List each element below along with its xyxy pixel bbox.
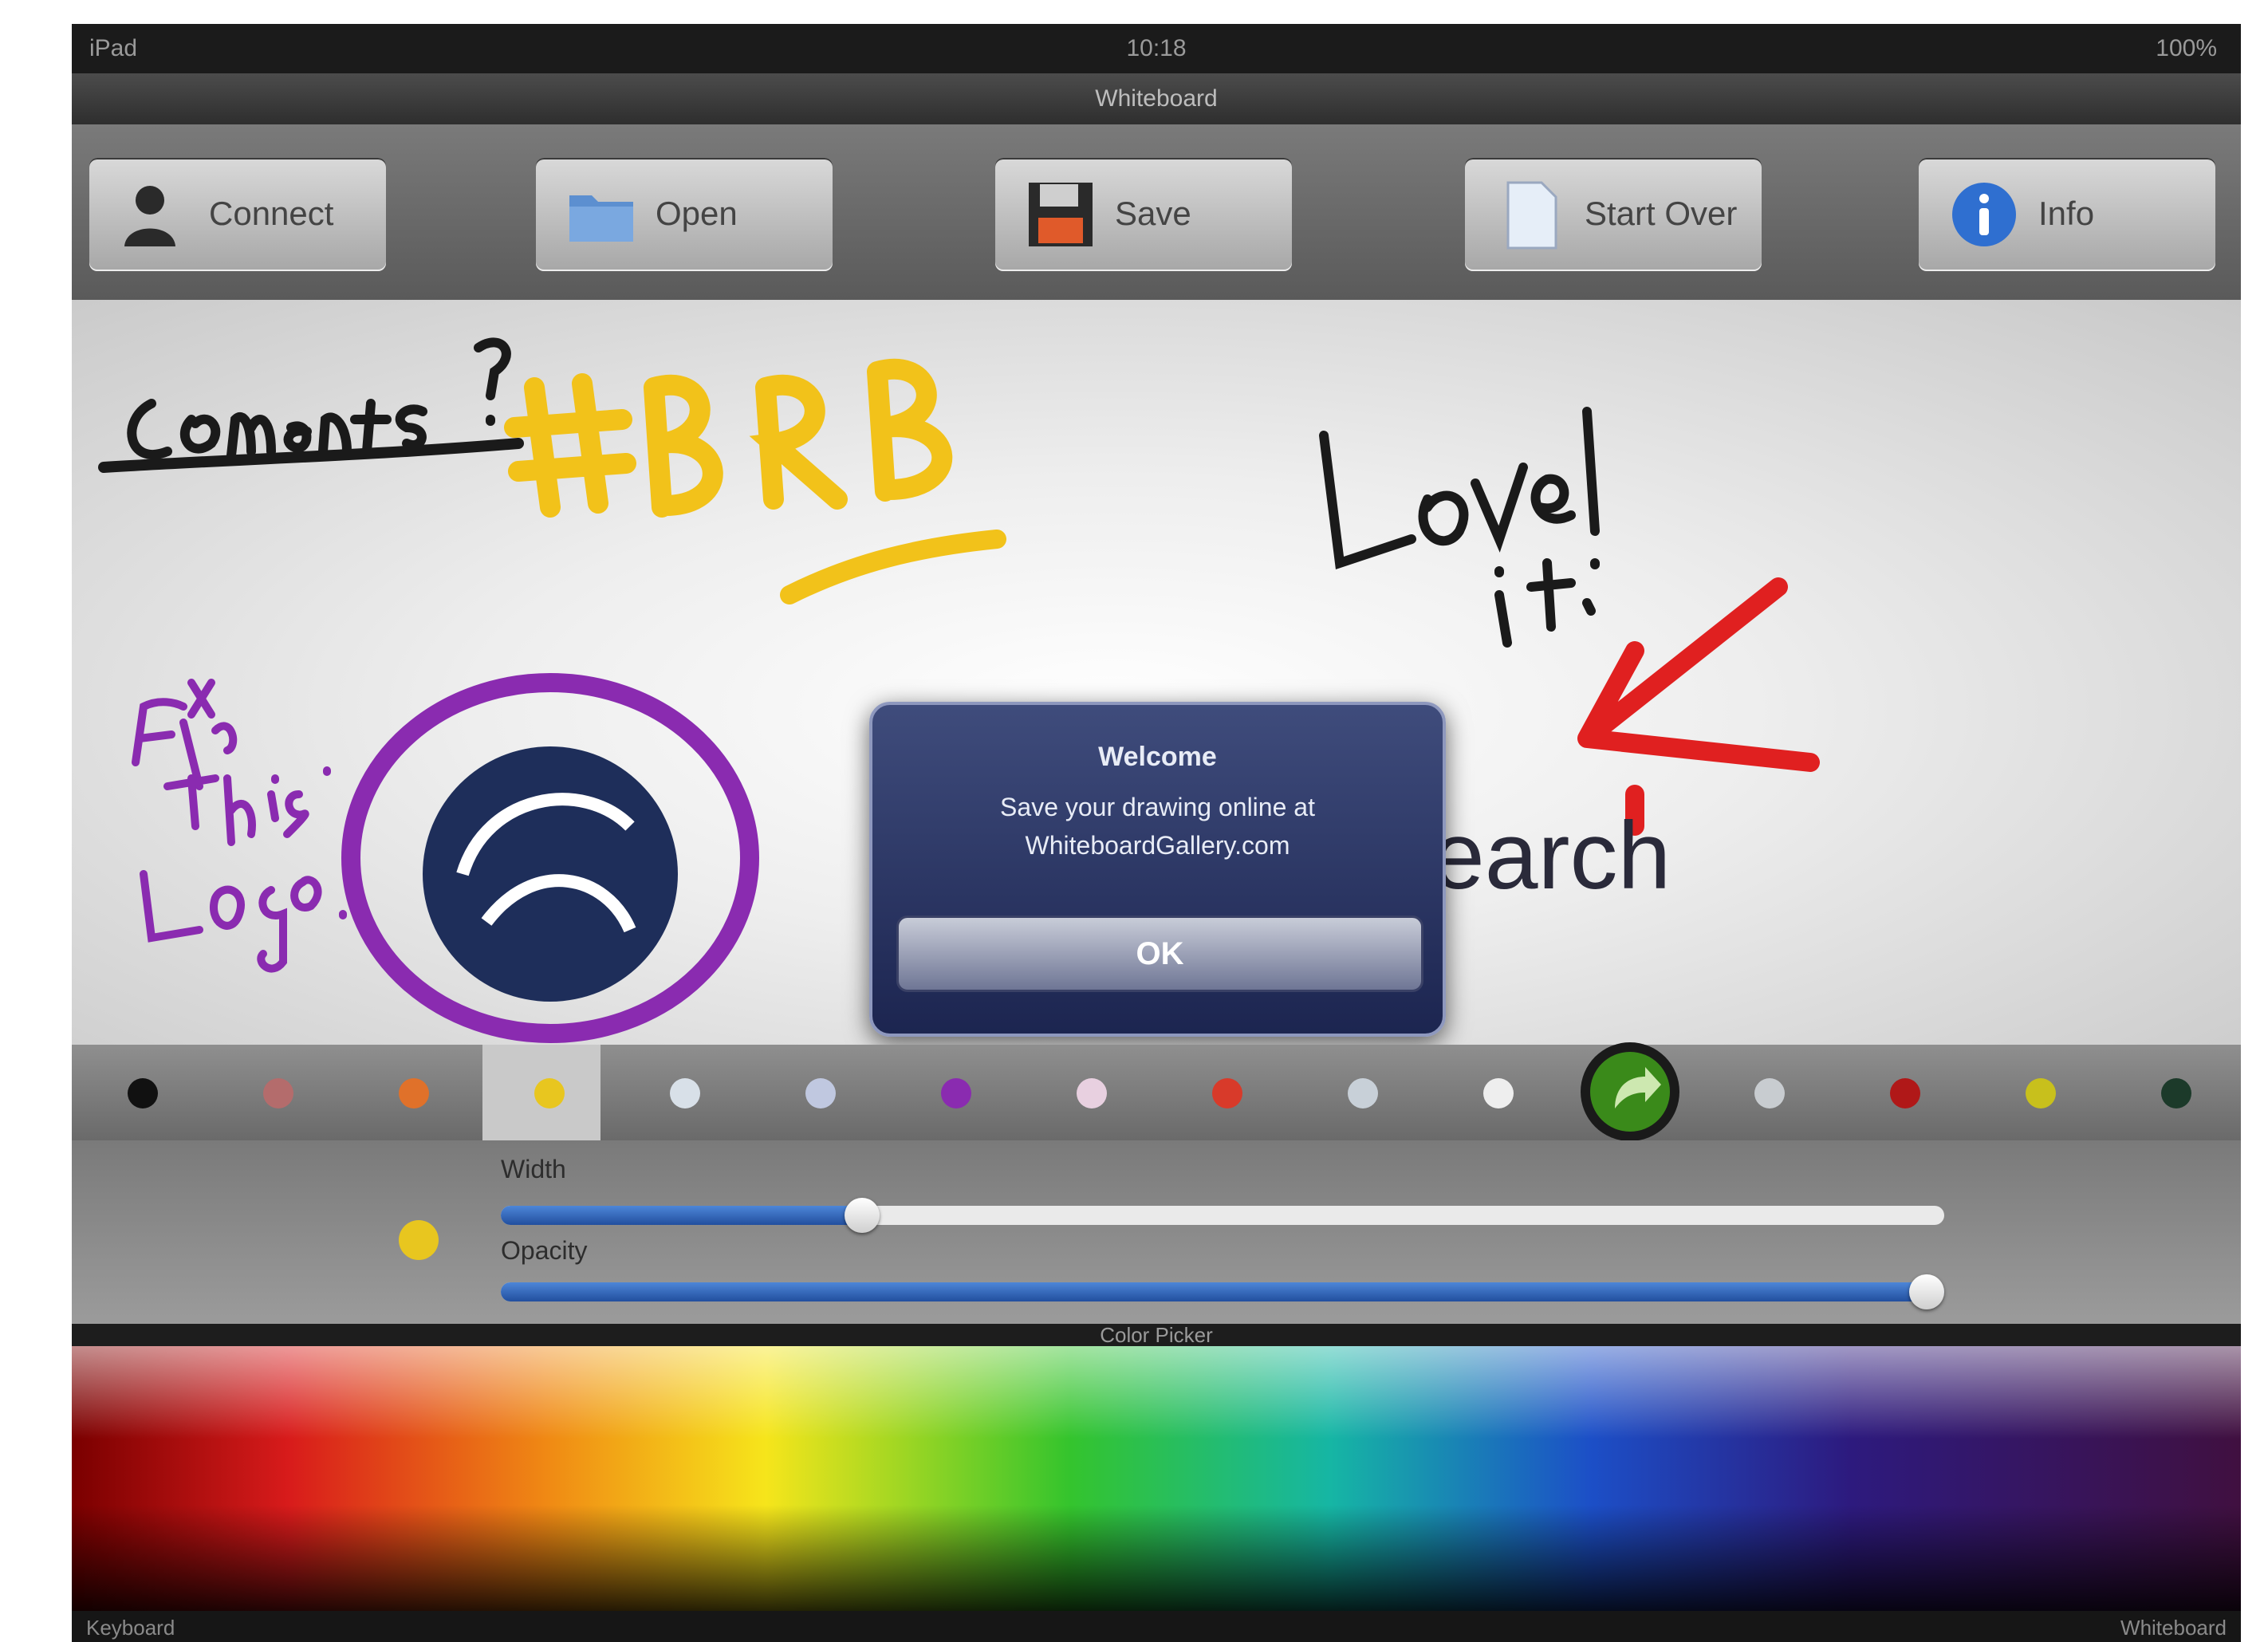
open-button[interactable]: Open (536, 158, 833, 271)
color-swatch[interactable] (805, 1078, 836, 1108)
user-icon (124, 186, 175, 246)
width-slider-thumb[interactable] (844, 1198, 880, 1233)
connect-button[interactable]: Connect (89, 158, 386, 271)
dialog-message-line2: WhiteboardGallery.com (1025, 831, 1290, 860)
width-label: Width (501, 1155, 566, 1183)
color-swatch[interactable] (1483, 1078, 1514, 1108)
share-icon[interactable] (1575, 1037, 1685, 1147)
color-swatch[interactable] (399, 1078, 429, 1108)
color-swatch[interactable] (1754, 1078, 1785, 1108)
ipad-screen: iPad 10:18 100% Whiteboard Connect Open (72, 24, 2241, 1642)
opacity-slider-fill (501, 1282, 1944, 1301)
clock: 10:18 (1126, 35, 1187, 61)
brush-settings: Width Opacity (72, 1140, 2241, 1324)
color-swatch[interactable] (1077, 1078, 1107, 1108)
info-icon (1952, 183, 2016, 246)
color-swatch[interactable] (1212, 1078, 1242, 1108)
opacity-slider[interactable] (501, 1274, 1944, 1309)
width-slider[interactable] (501, 1198, 1944, 1233)
dialog-message-line1: Save your drawing online at (1000, 793, 1315, 821)
welcome-dialog: Welcome Save your drawing online at Whit… (869, 702, 1446, 1037)
folder-icon (569, 195, 633, 242)
logo-text: earch (1431, 802, 1671, 909)
status-bar: iPad 10:18 100% (72, 24, 2241, 73)
blank-page-icon (1506, 181, 1557, 250)
start-over-button[interactable]: Start Over (1465, 158, 1762, 271)
color-swatch[interactable] (263, 1078, 293, 1108)
save-button[interactable]: Save (995, 158, 1292, 271)
color-picker-header: Color Picker (72, 1324, 2241, 1346)
color-swatch[interactable] (1348, 1078, 1378, 1108)
info-label: Info (2038, 195, 2095, 232)
dialog-ok-button[interactable]: OK (896, 916, 1423, 992)
toolbar: Connect Open Save Start Over Info (72, 124, 2241, 300)
bottom-bar-left: Keyboard (86, 1616, 175, 1640)
save-label: Save (1115, 195, 1191, 232)
info-button[interactable]: Info (1919, 158, 2215, 271)
width-slider-fill (501, 1206, 862, 1225)
opacity-slider-thumb[interactable] (1909, 1274, 1944, 1309)
color-swatch[interactable] (128, 1078, 158, 1108)
color-swatch[interactable] (2161, 1078, 2191, 1108)
opacity-label: Opacity (501, 1236, 588, 1265)
current-color-preview (399, 1220, 439, 1260)
color-spectrum-shade (72, 1346, 2241, 1611)
color-swatch[interactable] (534, 1078, 565, 1108)
color-swatch[interactable] (941, 1078, 971, 1108)
battery-indicator: 100% (2156, 35, 2217, 61)
open-label: Open (656, 195, 738, 232)
color-swatch[interactable] (1890, 1078, 1920, 1108)
app-title: Whiteboard (72, 73, 2241, 124)
color-swatch[interactable] (2026, 1078, 2056, 1108)
bottom-bar: Keyboard Whiteboard (72, 1611, 2241, 1642)
floppy-disk-icon (1029, 183, 1093, 246)
connect-label: Connect (209, 195, 334, 232)
dialog-title: Welcome (1098, 742, 1217, 772)
start-over-label: Start Over (1585, 195, 1738, 232)
color-swatch[interactable] (670, 1078, 700, 1108)
bottom-bar-right: Whiteboard (2120, 1616, 2227, 1640)
